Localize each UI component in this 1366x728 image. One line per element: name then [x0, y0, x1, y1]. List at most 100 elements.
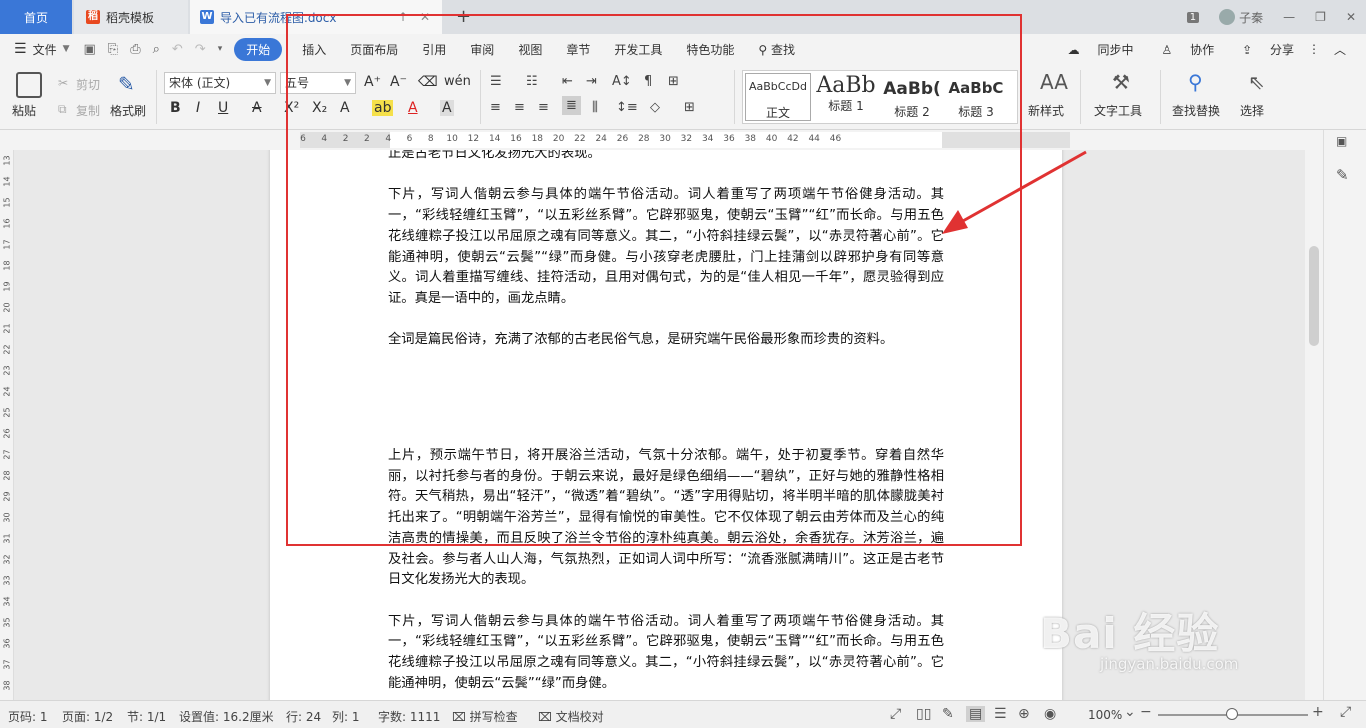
collapse-ribbon-icon[interactable]: ︿ — [1334, 41, 1346, 58]
tab-template[interactable]: 稻 稻壳模板 — [74, 0, 188, 34]
phonetic-icon[interactable]: wén — [444, 74, 471, 89]
shading-icon[interactable]: ◇ — [650, 100, 660, 115]
decrease-indent-icon[interactable]: ⇤ — [562, 74, 573, 89]
align-left-icon[interactable]: ≡ — [490, 100, 501, 115]
horizontal-ruler[interactable]: 6 4 2 2 4 6 8 10 12 14 16 18 20 22 24 26 28 30 32 34 36 38 40 4… — [0, 130, 1305, 150]
status-section[interactable]: 节: 1/1 — [127, 708, 166, 725]
tab-home[interactable]: 首页 — [0, 0, 72, 34]
menu-start[interactable]: 开始 — [234, 37, 283, 61]
menu-view[interactable]: 视图 — [518, 41, 542, 58]
font-color-icon[interactable]: A — [408, 100, 418, 116]
spell-check-button[interactable]: ⌧ 拼写检查 — [452, 708, 518, 725]
status-row[interactable]: 行: 24 — [286, 708, 321, 725]
style-normal[interactable]: AaBbCcDd 正文 — [745, 73, 811, 121]
style-heading-2[interactable]: AaBb( 标题 2 — [879, 73, 945, 121]
pin-icon[interactable]: ↑ — [398, 10, 408, 24]
paragraph[interactable]: 下片，写词人偕朝云参与具体的端午节俗活动。词人着重写了两项端午节俗健身活动。其一… — [388, 612, 944, 695]
minimize-icon[interactable]: — — [1283, 10, 1295, 24]
char-shading-icon[interactable]: A — [440, 100, 454, 116]
numbered-list-icon[interactable]: ☷ — [526, 74, 538, 89]
undo-icon[interactable]: ↶ — [172, 42, 183, 57]
subscript-icon[interactable]: X₂ — [312, 100, 327, 116]
text-tools-button[interactable]: 文字工具 — [1094, 102, 1142, 119]
paste-button[interactable]: 粘贴 — [12, 102, 36, 119]
border-icon[interactable]: ⊞ — [684, 100, 695, 115]
document-canvas[interactable]: 正是古老节日文化发扬光大的表现。 下片，写词人偕朝云参与具体的端午节俗活动。词人… — [14, 150, 1305, 700]
strikethrough-icon[interactable]: A — [252, 100, 262, 116]
close-tab-icon[interactable]: ✕ — [420, 10, 430, 24]
avatar[interactable] — [1219, 9, 1236, 25]
status-page-number[interactable]: 页码: 1 — [8, 708, 48, 725]
restore-icon[interactable]: ❐ — [1315, 10, 1326, 24]
show-marks-icon[interactable]: ¶ — [644, 74, 652, 89]
outline-view-icon[interactable]: ☰ — [994, 706, 1007, 722]
zoom-in-icon[interactable]: + — [1312, 704, 1324, 720]
grow-font-icon[interactable]: A⁺ — [364, 74, 381, 90]
print-icon[interactable]: ⎙ — [130, 42, 140, 57]
new-tab-button[interactable]: + — [456, 6, 471, 27]
menu-chapter[interactable]: 章节 — [566, 41, 590, 58]
format-painter-button[interactable]: 格式刷 — [110, 102, 146, 119]
status-setting[interactable]: 设置值: 16.2厘米 — [179, 708, 274, 725]
chevron-down-icon[interactable]: ⌄ — [1124, 704, 1136, 720]
save-icon[interactable]: ▣ — [84, 42, 96, 57]
redo-icon[interactable]: ↷ — [195, 42, 206, 57]
tab-document[interactable]: W 导入已有流程图.docx ↑ ✕ — [190, 0, 442, 34]
bold-icon[interactable]: B — [170, 100, 181, 116]
menu-references[interactable]: 引用 — [422, 41, 446, 58]
table-tool-icon[interactable]: ⊞ — [668, 74, 679, 89]
paragraph[interactable]: 正是古老节日文化发扬光大的表现。 — [388, 150, 944, 165]
new-style-button[interactable]: 新样式 — [1028, 102, 1064, 119]
paragraph[interactable]: 全词是篇民俗诗，充满了浓郁的古老民俗气息，是研究端午民俗最形象而珍贵的资料。 — [388, 330, 944, 351]
style-heading-3[interactable]: AaBbC 标题 3 — [943, 73, 1009, 121]
close-window-icon[interactable]: ✕ — [1346, 10, 1356, 24]
line-spacing-icon[interactable]: ↕≡ — [616, 100, 638, 115]
menu-developer[interactable]: 开发工具 — [614, 41, 662, 58]
expand-icon[interactable]: ⤢ — [1340, 704, 1351, 720]
font-name-select[interactable]: 宋体 (正文) ▼ — [164, 72, 276, 94]
customize-icon[interactable]: ▾ — [218, 44, 223, 54]
menu-search[interactable]: ⚲ 查找 — [758, 41, 795, 58]
eye-protect-icon[interactable]: ◉ — [1044, 706, 1056, 722]
vertical-ruler[interactable]: 13 14 15 16 17 18 19 20 21 22 23 24 25 26 27 28 29 30 31 32… — [0, 150, 14, 700]
font-size-select[interactable]: 五号 ▼ — [280, 72, 356, 94]
edit-icon[interactable]: ✎ — [942, 706, 954, 722]
paragraph[interactable]: 上片，预示端午节日，将开展浴兰活动，气氛十分浓郁。端午，处于初夏季节。穿着自然华… — [388, 446, 944, 591]
highlight-icon[interactable]: ab — [372, 100, 394, 116]
increase-indent-icon[interactable]: ⇥ — [586, 74, 597, 89]
menu-layout[interactable]: 页面布局 — [350, 41, 398, 58]
zoom-slider-handle[interactable] — [1226, 708, 1238, 720]
copy-button[interactable]: 复制 — [76, 102, 100, 119]
proofread-button[interactable]: ⌧ 文档校对 — [538, 708, 604, 725]
cut-button[interactable]: 剪切 — [76, 76, 100, 93]
more-icon[interactable]: ⋮ — [1308, 42, 1320, 56]
export-icon[interactable]: ⎘ — [108, 42, 118, 57]
vertical-scrollbar[interactable] — [1305, 130, 1323, 700]
pen-icon[interactable]: ✎ — [1336, 166, 1349, 184]
web-view-icon[interactable]: ⊕ — [1018, 706, 1030, 722]
shrink-font-icon[interactable]: A⁻ — [390, 74, 407, 90]
distribute-icon[interactable]: ⫼ — [592, 100, 598, 115]
status-word-count[interactable]: 字数: 1111 — [378, 708, 440, 725]
menu-insert[interactable]: 插入 — [302, 41, 326, 58]
select-button[interactable]: 选择 — [1240, 102, 1264, 119]
zoom-level[interactable]: 100% — [1088, 708, 1122, 722]
window-count-badge[interactable]: 1 — [1186, 11, 1200, 23]
share-button[interactable]: ⇪ 分享 — [1228, 41, 1294, 58]
user-name[interactable]: 子秦 — [1239, 9, 1263, 26]
align-right-icon[interactable]: ≡ — [538, 100, 549, 115]
panel-toggle-icon[interactable]: ▣ — [1336, 134, 1347, 148]
document-page[interactable]: 正是古老节日文化发扬光大的表现。 下片，写词人偕朝云参与具体的端午节俗活动。词人… — [270, 150, 1062, 700]
file-menu[interactable]: ☰ 文件 ▼ — [14, 41, 70, 58]
sync-button[interactable]: ☁ 同步中 — [1054, 41, 1134, 58]
scrollbar-thumb[interactable] — [1309, 246, 1319, 346]
clear-format-icon[interactable]: ⌫ — [418, 74, 438, 90]
style-heading-1[interactable]: AaBb 标题 1 — [813, 73, 879, 121]
zoom-out-icon[interactable]: − — [1140, 704, 1152, 720]
menu-review[interactable]: 审阅 — [470, 41, 494, 58]
read-mode-icon[interactable]: ▯▯ — [916, 706, 931, 722]
paragraph[interactable]: 下片，写词人偕朝云参与具体的端午节俗活动。词人着重写了两项端午节俗健身活动。其一… — [388, 185, 944, 309]
fullscreen-icon[interactable]: ⤢ — [890, 706, 901, 722]
align-center-icon[interactable]: ≡ — [514, 100, 525, 115]
page-view-icon[interactable]: ▤ — [966, 706, 986, 722]
